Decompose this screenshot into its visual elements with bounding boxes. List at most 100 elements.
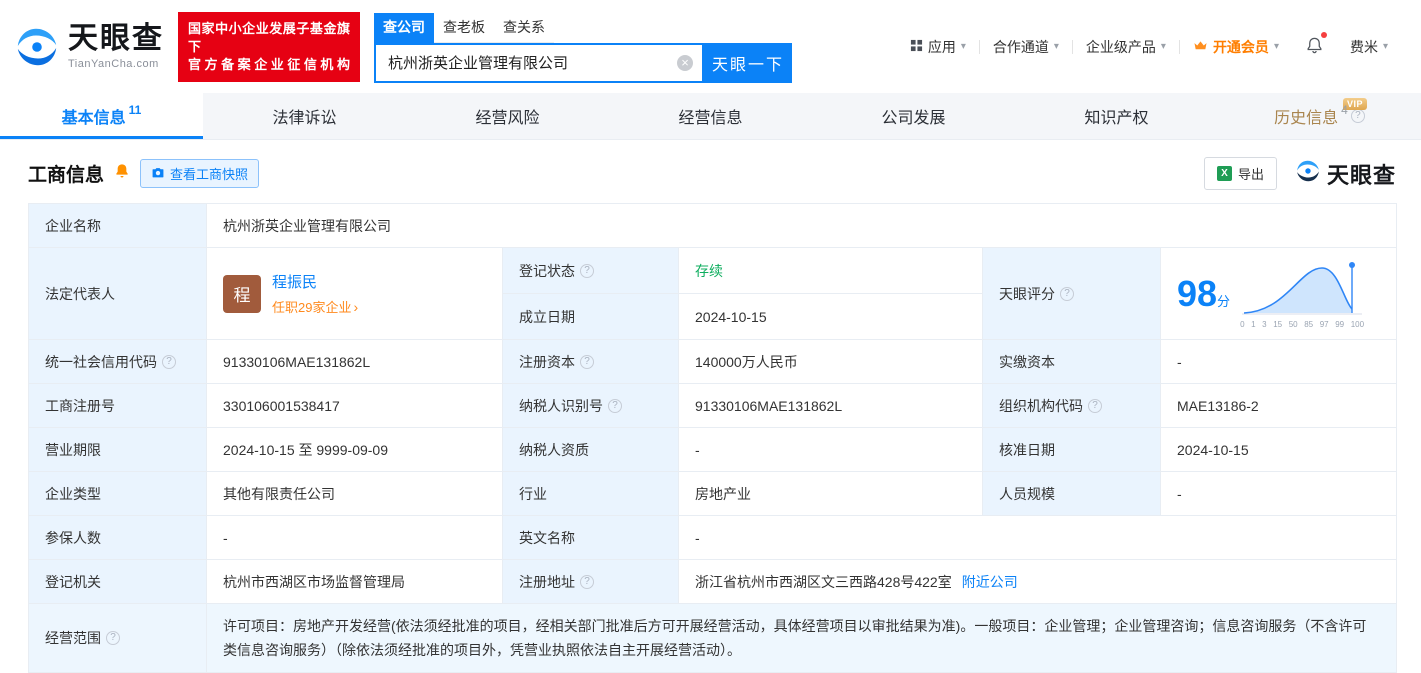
excel-icon (1217, 166, 1232, 181)
nearby-companies-link[interactable]: 附近公司 (962, 574, 1018, 590)
label-taxpayer-id: 纳税人识别号 (503, 384, 679, 428)
help-icon[interactable] (580, 575, 594, 589)
snapshot-button-label: 查看工商快照 (170, 164, 248, 183)
tab-operating-info[interactable]: 经营信息 (609, 93, 812, 139)
label-taxpayer-qualification: 纳税人资质 (503, 428, 679, 472)
top-nav: 应用 合作通道 企业级产品 开通会员 费米 (897, 36, 1401, 58)
label-paid-in-capital: 实缴资本 (983, 340, 1161, 384)
tab-label: 基本信息 (62, 104, 126, 128)
label-legal-representative: 法定代表人 (29, 248, 207, 340)
tab-count: 4 (1341, 103, 1348, 117)
tab-intellectual-property[interactable]: 知识产权 (1015, 93, 1218, 139)
value-organization-code: MAE13186-2 (1161, 384, 1397, 428)
score-distribution-chart: 0131550859799100 (1240, 258, 1364, 329)
search-tabs: 查公司 查老板 查关系 (374, 13, 792, 43)
nav-notifications[interactable] (1292, 36, 1337, 58)
tab-operating-risk[interactable]: 经营风险 (406, 93, 609, 139)
label-staff-size: 人员规模 (983, 472, 1161, 516)
label-organization-code: 组织机构代码 (983, 384, 1161, 428)
subscribe-bell-icon[interactable] (114, 163, 130, 184)
help-icon[interactable] (580, 355, 594, 369)
chevron-down-icon (961, 41, 966, 52)
score-axis-ticks: 0131550859799100 (1240, 320, 1364, 329)
value-legal-representative: 程 程振民 任职29家企业 (207, 248, 503, 340)
value-taxpayer-qualification: - (679, 428, 983, 472)
certification-badge-line2: 官方备案企业征信机构 (188, 56, 350, 74)
tianyancha-watermark-text: 天眼查 (1327, 158, 1396, 190)
crown-icon (1193, 39, 1208, 55)
help-icon[interactable] (1088, 399, 1102, 413)
help-icon[interactable] (162, 355, 176, 369)
tab-label: 经营风险 (475, 104, 539, 128)
value-company-type: 其他有限责任公司 (207, 472, 503, 516)
value-business-term: 2024-10-15 至 9999-09-09 (207, 428, 503, 472)
score-number: 98分 (1177, 273, 1230, 315)
search-tab-relation[interactable]: 查关系 (494, 13, 554, 43)
bell-icon (1305, 36, 1324, 58)
tianyancha-watermark-icon (1295, 158, 1321, 189)
label-business-term: 营业期限 (29, 428, 207, 472)
value-registered-capital: 140000万人民币 (679, 340, 983, 384)
value-registration-authority: 杭州市西湖区市场监督管理局 (207, 560, 503, 604)
value-registered-address: 浙江省杭州市西湖区文三西路428号422室附近公司 (679, 560, 1397, 604)
nav-enterprise-label: 企业级产品 (1086, 37, 1156, 57)
chevron-right-icon (351, 299, 358, 315)
help-icon[interactable] (1351, 109, 1365, 123)
label-company-name: 企业名称 (29, 204, 207, 248)
label-company-type: 企业类型 (29, 472, 207, 516)
label-industry: 行业 (503, 472, 679, 516)
legal-rep-avatar[interactable]: 程 (223, 275, 261, 313)
tab-label: 公司发展 (881, 104, 945, 128)
tab-count: 11 (129, 103, 142, 117)
value-registration-status: 存续 (679, 248, 983, 294)
search-area: 查公司 查老板 查关系 天眼一下 (374, 11, 792, 83)
help-icon[interactable] (1060, 287, 1074, 301)
certification-badge-line1: 国家中小企业发展子基金旗下 (188, 20, 350, 56)
business-info-table: 企业名称 杭州浙英企业管理有限公司 法定代表人 程 程振民 任职29家企业 登记… (28, 203, 1397, 673)
tianyancha-logo[interactable]: 天眼查 TianYanCha.com (14, 24, 164, 70)
nav-apps[interactable]: 应用 (897, 37, 979, 57)
tab-history-info[interactable]: VIP 历史信息 4 (1218, 93, 1421, 139)
tab-label: 历史信息 (1274, 104, 1338, 128)
tab-label: 经营信息 (678, 104, 742, 128)
search-button[interactable]: 天眼一下 (704, 43, 792, 83)
tab-company-development[interactable]: 公司发展 (812, 93, 1015, 139)
search-box (374, 43, 704, 83)
help-icon[interactable] (580, 264, 594, 278)
search-tab-boss[interactable]: 查老板 (434, 13, 494, 43)
chevron-down-icon (1383, 41, 1388, 52)
value-registration-number: 330106001538417 (207, 384, 503, 428)
help-icon[interactable] (106, 631, 120, 645)
tab-legal-proceedings[interactable]: 法律诉讼 (203, 93, 406, 139)
label-approval-date: 核准日期 (983, 428, 1161, 472)
nav-vip-label: 开通会员 (1213, 37, 1269, 57)
value-establishment-date: 2024-10-15 (679, 294, 983, 340)
notification-dot (1321, 32, 1327, 38)
nav-partner[interactable]: 合作通道 (980, 37, 1072, 57)
nav-enterprise-products[interactable]: 企业级产品 (1073, 37, 1179, 57)
value-insured-count: - (207, 516, 503, 560)
label-registered-address: 注册地址 (503, 560, 679, 604)
search-input[interactable] (376, 45, 702, 81)
label-credit-code: 统一社会信用代码 (29, 340, 207, 384)
value-credit-code: 91330106MAE131862L (207, 340, 503, 384)
help-icon[interactable] (608, 399, 622, 413)
tab-basic-info[interactable]: 基本信息 11 (0, 93, 203, 139)
brand-domain: TianYanCha.com (68, 58, 164, 70)
label-tianyan-score: 天眼评分 (983, 248, 1161, 340)
legal-rep-name-link[interactable]: 程振民 (272, 271, 358, 292)
clear-search-icon[interactable] (677, 55, 693, 71)
rep-companies-link[interactable]: 任职29家企业 (272, 297, 358, 316)
search-tab-company[interactable]: 查公司 (374, 13, 434, 43)
value-tianyan-score[interactable]: 98分 0131550859799100 (1161, 248, 1397, 340)
snapshot-button[interactable]: 查看工商快照 (140, 159, 259, 188)
value-industry: 房地产业 (679, 472, 983, 516)
export-button[interactable]: 导出 (1204, 157, 1277, 190)
value-staff-size: - (1161, 472, 1397, 516)
chevron-down-icon (1274, 41, 1279, 52)
chevron-down-icon (1054, 41, 1059, 52)
nav-open-vip[interactable]: 开通会员 (1180, 37, 1292, 57)
tianyancha-logo-icon (14, 24, 60, 70)
nav-user-menu[interactable]: 费米 (1337, 37, 1401, 57)
label-registration-number: 工商注册号 (29, 384, 207, 428)
